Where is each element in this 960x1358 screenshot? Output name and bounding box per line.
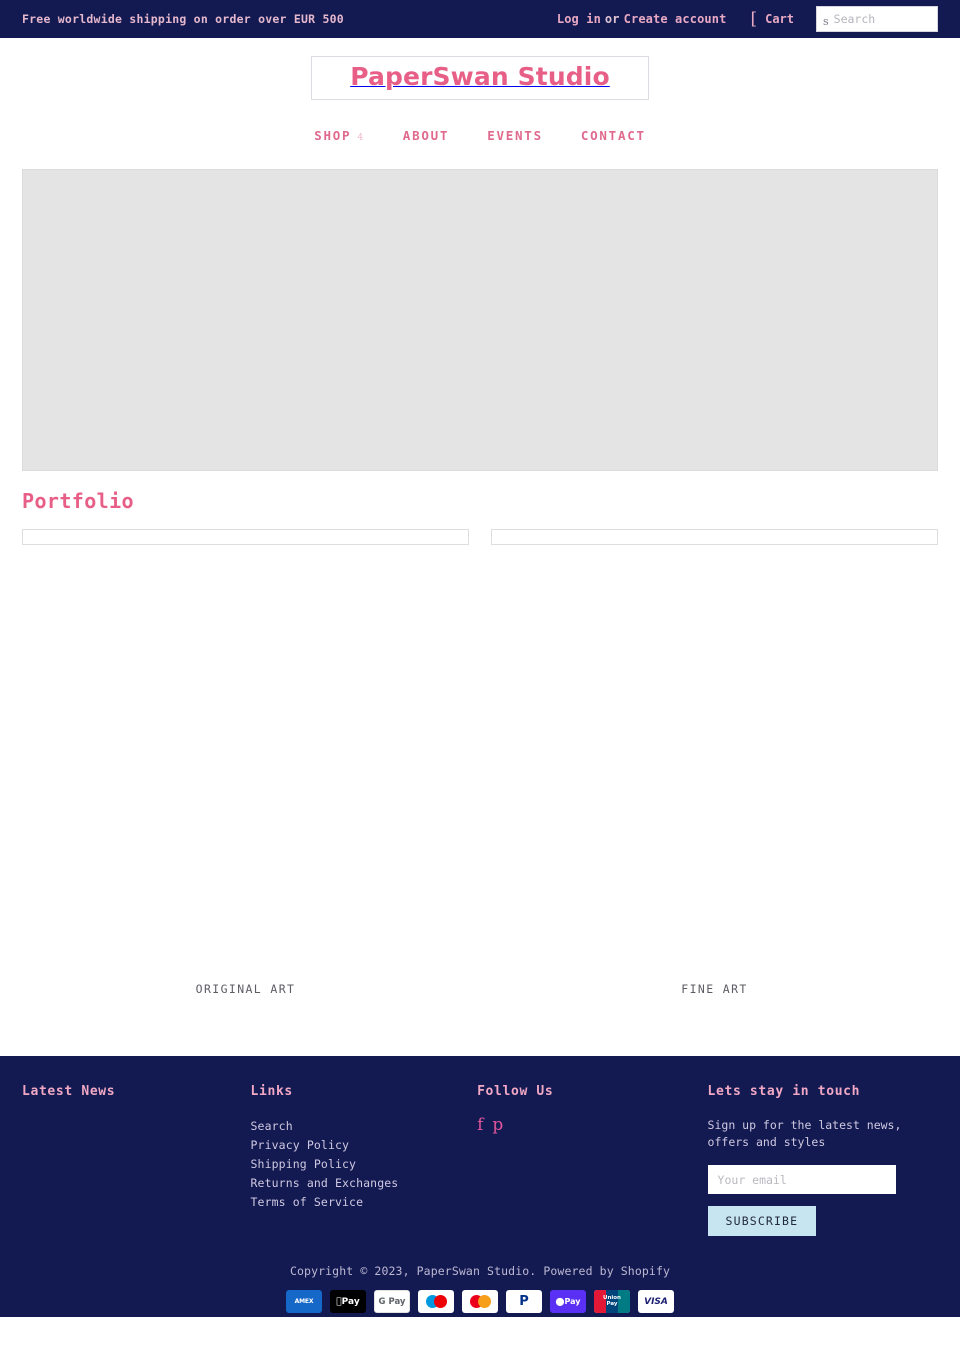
shop-pay-icon: ⬤Pay — [550, 1290, 586, 1314]
site-logo-text: PaperSwan Studio — [350, 62, 610, 91]
portfolio-section: Portfolio ORIGINAL ART FINE ART — [0, 489, 960, 996]
subscribe-button[interactable]: SUBSCRIBE — [707, 1206, 817, 1237]
portfolio-grid: ORIGINAL ART FINE ART — [22, 528, 938, 996]
topbar-actions: Log in or Create account [ Cart s — [557, 6, 938, 32]
cart-link[interactable]: [ Cart — [750, 8, 794, 29]
search-input[interactable] — [833, 12, 931, 26]
nav-item-contact[interactable]: CONTACT — [581, 128, 646, 143]
search-icon: s — [823, 15, 829, 28]
cart-icon: [ — [750, 8, 758, 29]
mastercard-icon — [462, 1290, 498, 1314]
footer-heading-follow-us: Follow Us — [477, 1083, 554, 1099]
footer-heading-newsletter: Lets stay in touch — [707, 1083, 861, 1099]
footer-link-privacy-policy[interactable]: Privacy Policy — [251, 1136, 478, 1155]
apple-pay-icon: Pay — [330, 1290, 366, 1314]
cart-label: Cart — [765, 12, 794, 26]
facebook-icon[interactable]: f — [477, 1116, 483, 1134]
google-pay-icon: G Pay — [374, 1290, 410, 1314]
unionpay-icon: Union Pay — [594, 1290, 630, 1314]
social-links: f p — [477, 1116, 707, 1134]
chevron-down-icon: 4 — [357, 132, 365, 143]
maestro-icon — [418, 1290, 454, 1314]
paypal-icon: P — [506, 1290, 542, 1314]
footer-link-returns-and-exchanges[interactable]: Returns and Exchanges — [251, 1174, 478, 1193]
nav-item-events[interactable]: EVENTS — [487, 128, 543, 143]
account-links: Log in or Create account — [557, 12, 727, 26]
footer-column-latest-news: Latest News — [22, 1084, 251, 1237]
broken-image-icon — [22, 528, 469, 545]
pinterest-icon[interactable]: p — [492, 1116, 503, 1134]
nav-label-about: ABOUT — [402, 127, 450, 143]
page-title: Portfolio — [22, 488, 134, 513]
nav-label-shop: SHOP — [314, 127, 352, 143]
newsletter-description: Sign up for the latest news, offers and … — [707, 1117, 902, 1150]
footer-link-terms-of-service[interactable]: Terms of Service — [251, 1193, 478, 1212]
create-account-link[interactable]: Create account — [624, 12, 727, 26]
visa-icon: VISA — [638, 1290, 674, 1314]
announcement-bar: Free worldwide shipping on order over EU… — [0, 0, 960, 38]
amex-icon: AMEX — [286, 1290, 322, 1314]
main-navigation: SHOP 4 ABOUT EVENTS CONTACT — [0, 128, 960, 159]
site-footer: Latest News Links Search Privacy Policy … — [0, 1055, 960, 1317]
nav-item-shop[interactable]: SHOP 4 — [314, 128, 365, 143]
login-link[interactable]: Log in — [557, 12, 601, 26]
footer-column-newsletter: Lets stay in touch Sign up for the lates… — [707, 1083, 938, 1237]
footer-heading-links: Links — [250, 1083, 293, 1099]
payment-methods: AMEX Pay G Pay P ⬤Pay UnionPay VISA — [22, 1290, 938, 1314]
hero-banner-placeholder[interactable] — [22, 168, 938, 471]
nav-label-events: EVENTS — [487, 127, 543, 143]
footer-bottom: Copyright © 2023, PaperSwan Studio. Powe… — [22, 1264, 938, 1314]
email-field[interactable] — [707, 1165, 896, 1195]
footer-columns: Latest News Links Search Privacy Policy … — [22, 1084, 938, 1237]
broken-image-icon — [491, 528, 938, 545]
footer-heading-latest-news: Latest News — [22, 1083, 116, 1099]
or-separator: or — [604, 12, 620, 26]
nav-item-about[interactable]: ABOUT — [403, 128, 449, 143]
search-box[interactable]: s — [816, 6, 938, 32]
footer-column-links: Links Search Privacy Policy Shipping Pol… — [251, 1084, 478, 1237]
site-logo-link[interactable]: PaperSwan Studio — [311, 56, 649, 100]
portfolio-card-caption[interactable]: ORIGINAL ART — [22, 982, 469, 996]
nav-label-contact: CONTACT — [580, 127, 646, 143]
portfolio-card-caption[interactable]: FINE ART — [491, 982, 938, 996]
footer-link-shipping-policy[interactable]: Shipping Policy — [251, 1155, 478, 1174]
portfolio-card-fine-art[interactable]: FINE ART — [491, 528, 938, 996]
portfolio-card-original-art[interactable]: ORIGINAL ART — [22, 528, 469, 996]
footer-link-search[interactable]: Search — [251, 1117, 478, 1136]
footer-column-follow-us: Follow Us f p — [477, 1084, 707, 1237]
announcement-text: Free worldwide shipping on order over EU… — [22, 12, 344, 26]
copyright-text: Copyright © 2023, PaperSwan Studio. Powe… — [289, 1264, 671, 1279]
site-header: PaperSwan Studio SHOP 4 ABOUT EVENTS CON… — [0, 38, 960, 159]
